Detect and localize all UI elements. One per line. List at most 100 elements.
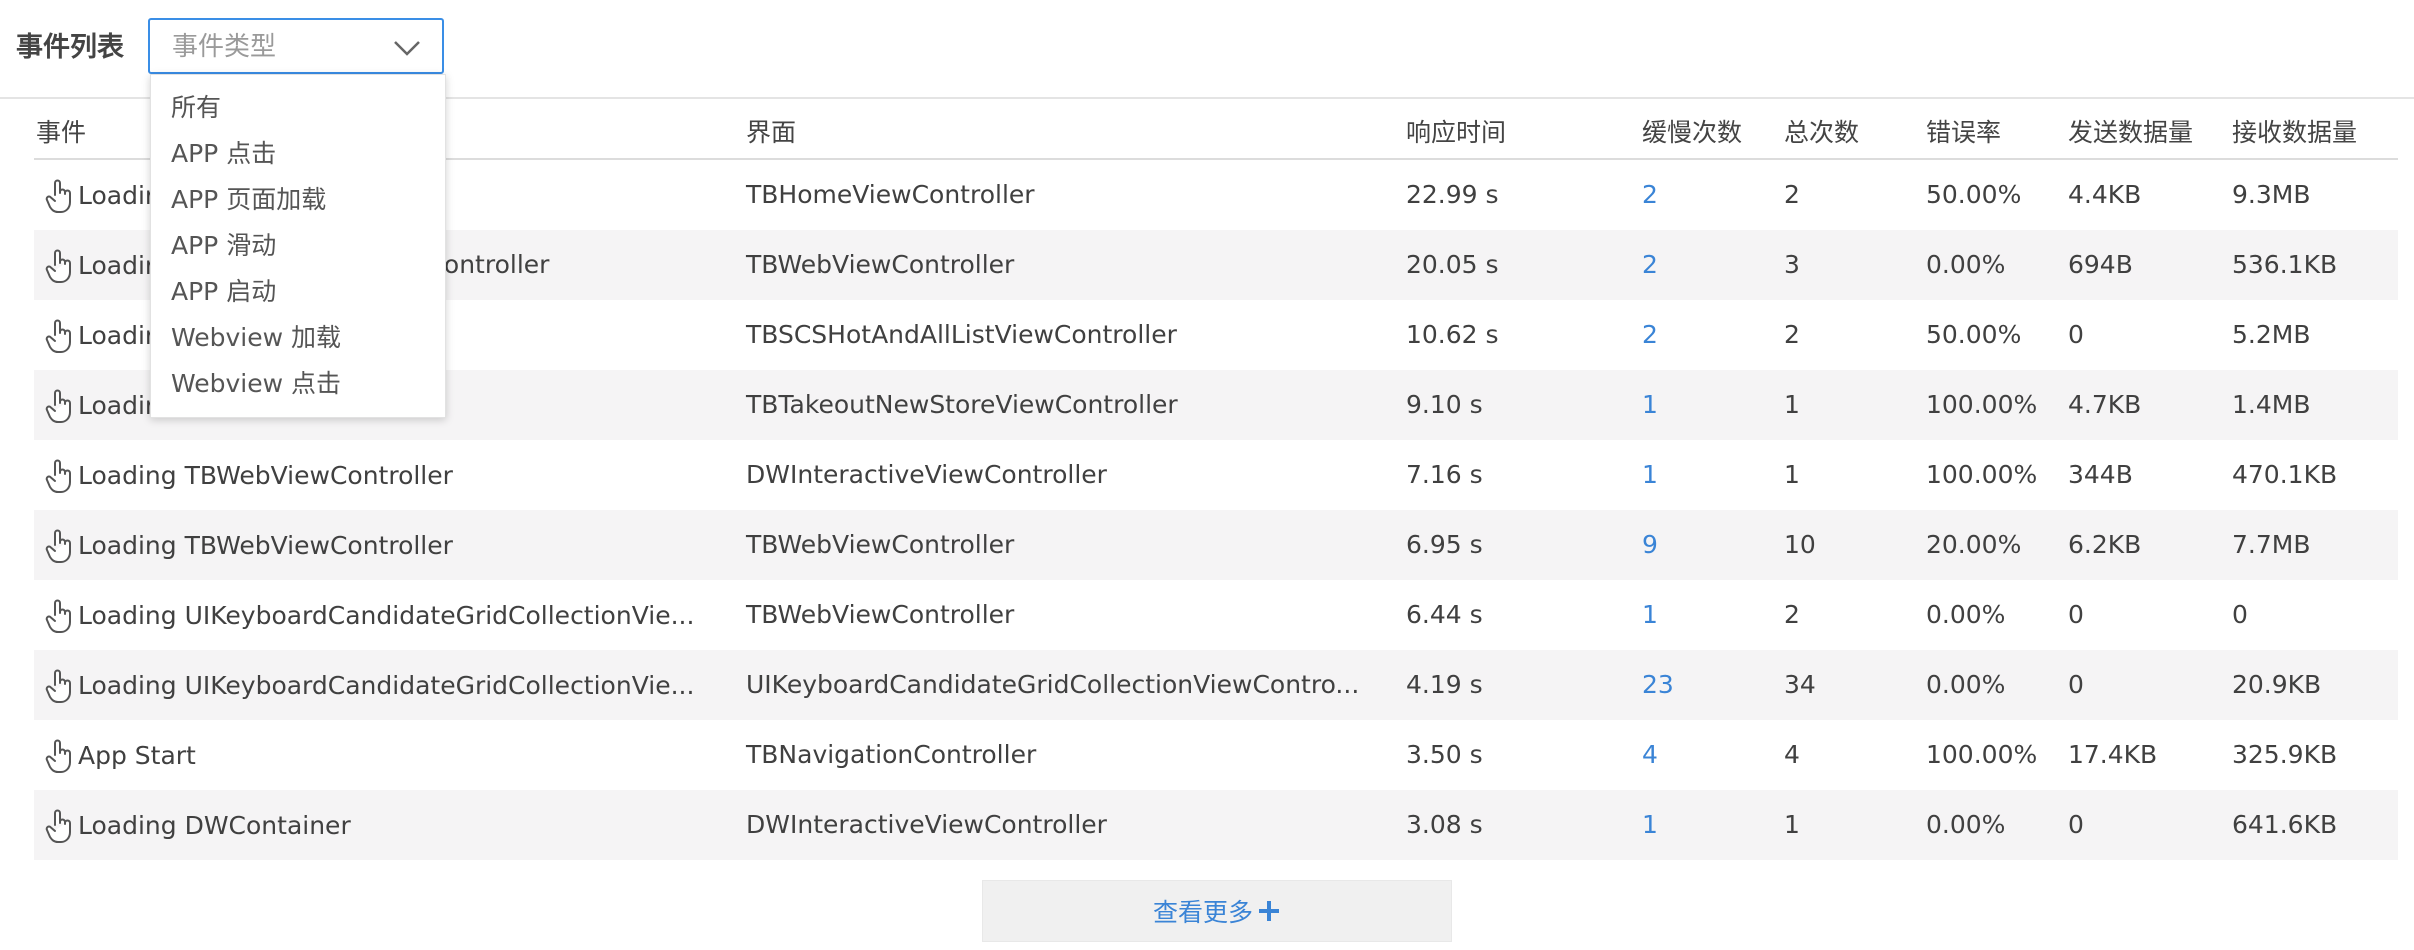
slow-cell[interactable]: 1 bbox=[1642, 458, 1658, 492]
error-cell: 0.00% bbox=[1926, 810, 2006, 839]
dropdown-option-app-page-load[interactable]: APP 页面加载 bbox=[171, 183, 431, 217]
view-cell: TBWebViewController bbox=[746, 600, 1015, 629]
error-cell: 100.00% bbox=[1926, 740, 2038, 769]
slow-cell[interactable]: 1 bbox=[1642, 388, 1658, 422]
view-cell: UIKeyboardCandidateGridCollectionViewCon… bbox=[746, 670, 1360, 699]
error-cell: 0.00% bbox=[1926, 250, 2006, 279]
event-name: Loading TBWebViewController bbox=[78, 531, 453, 560]
event-name: Loadir bbox=[78, 181, 156, 210]
column-header-event[interactable]: 事件 bbox=[36, 116, 86, 150]
event-cell: Loadir bbox=[44, 388, 155, 424]
hand-pointer-icon bbox=[45, 739, 71, 773]
response-cell: 20.05 s bbox=[1406, 250, 1499, 279]
sent-cell: 17.4KB bbox=[2068, 740, 2158, 769]
response-cell: 7.16 s bbox=[1406, 460, 1483, 489]
received-cell: 325.9KB bbox=[2232, 740, 2338, 769]
view-cell: TBSCSHotAndAllListViewController bbox=[746, 320, 1177, 349]
event-name: Loading TBWebViewController bbox=[78, 461, 453, 490]
table-row[interactable]: Loading TBWebViewController TBWebViewCont… bbox=[34, 510, 2398, 580]
total-cell: 4 bbox=[1784, 740, 1800, 769]
table-row[interactable]: Loading TBWebViewController DWInteractive… bbox=[34, 440, 2398, 510]
total-cell: 1 bbox=[1784, 460, 1800, 489]
event-cell: Loading UIKeyboardCandidateGridCollectio… bbox=[44, 598, 694, 634]
dropdown-option-app-scroll[interactable]: APP 滑动 bbox=[171, 229, 431, 263]
column-header-received[interactable]: 接收数据量 bbox=[2232, 116, 2357, 150]
hand-pointer-icon bbox=[45, 179, 71, 213]
slow-cell[interactable]: 23 bbox=[1642, 668, 1674, 702]
view-cell: TBNavigationController bbox=[746, 740, 1037, 769]
event-cell: Loading TBWebViewController bbox=[44, 528, 453, 564]
view-cell: TBWebViewController bbox=[746, 250, 1015, 279]
chevron-down-icon bbox=[394, 41, 420, 56]
total-cell: 1 bbox=[1784, 810, 1800, 839]
response-cell: 10.62 s bbox=[1406, 320, 1499, 349]
received-cell: 20.9KB bbox=[2232, 670, 2322, 699]
slow-cell[interactable]: 9 bbox=[1642, 528, 1658, 562]
event-cell: Loading UIKeyboardCandidateGridCollectio… bbox=[44, 668, 694, 704]
total-cell: 3 bbox=[1784, 250, 1800, 279]
response-cell: 6.95 s bbox=[1406, 530, 1483, 559]
plus-icon bbox=[1259, 901, 1279, 921]
response-cell: 22.99 s bbox=[1406, 180, 1499, 209]
view-cell: TBHomeViewController bbox=[746, 180, 1035, 209]
event-name: Loading DWContainer bbox=[78, 811, 351, 840]
table-row[interactable]: App Start TBNavigationController 3.50 s 4 4 1… bbox=[34, 720, 2398, 790]
dropdown-option-webview-click[interactable]: Webview 点击 bbox=[171, 367, 431, 401]
slow-cell[interactable]: 4 bbox=[1642, 738, 1658, 772]
slow-cell[interactable]: 1 bbox=[1642, 808, 1658, 842]
hand-pointer-icon bbox=[45, 459, 71, 493]
error-cell: 50.00% bbox=[1926, 320, 2022, 349]
sent-cell: 0 bbox=[2068, 320, 2084, 349]
event-cell: Loadir bbox=[44, 248, 155, 284]
sent-cell: 4.7KB bbox=[2068, 390, 2142, 419]
table-row[interactable]: Loading UIKeyboardCandidateGridCollectio… bbox=[34, 650, 2398, 720]
sent-cell: 4.4KB bbox=[2068, 180, 2142, 209]
error-cell: 0.00% bbox=[1926, 600, 2006, 629]
received-cell: 641.6KB bbox=[2232, 810, 2338, 839]
page-title: 事件列表 bbox=[16, 32, 124, 63]
event-type-select[interactable]: 事件类型 bbox=[148, 18, 444, 74]
event-cell: Loading TBWebViewController bbox=[44, 458, 453, 494]
column-header-slow[interactable]: 缓慢次数 bbox=[1642, 116, 1742, 150]
response-cell: 3.50 s bbox=[1406, 740, 1483, 769]
view-cell: DWInteractiveViewController bbox=[746, 810, 1107, 839]
event-name: App Start bbox=[78, 741, 196, 770]
view-cell: TBWebViewController bbox=[746, 530, 1015, 559]
event-cell: Loading DWContainer bbox=[44, 808, 351, 844]
dropdown-option-app-start[interactable]: APP 启动 bbox=[171, 275, 431, 309]
slow-cell[interactable]: 2 bbox=[1642, 248, 1658, 282]
slow-cell[interactable]: 1 bbox=[1642, 598, 1658, 632]
dropdown-option-webview-load[interactable]: Webview 加载 bbox=[171, 321, 431, 355]
table-row[interactable]: Loading UIKeyboardCandidateGridCollectio… bbox=[34, 580, 2398, 650]
total-cell: 34 bbox=[1784, 670, 1816, 699]
received-cell: 1.4MB bbox=[2232, 390, 2311, 419]
received-cell: 7.7MB bbox=[2232, 530, 2311, 559]
total-cell: 2 bbox=[1784, 600, 1800, 629]
received-cell: 9.3MB bbox=[2232, 180, 2311, 209]
event-type-dropdown: 所有 APP 点击 APP 页面加载 APP 滑动 APP 启动 Webview… bbox=[150, 74, 446, 418]
dropdown-option-all[interactable]: 所有 bbox=[171, 91, 431, 125]
column-header-view[interactable]: 界面 bbox=[746, 116, 796, 150]
hand-pointer-icon bbox=[45, 599, 71, 633]
column-header-total[interactable]: 总次数 bbox=[1784, 116, 1859, 150]
slow-cell[interactable]: 2 bbox=[1642, 178, 1658, 212]
received-cell: 470.1KB bbox=[2232, 460, 2338, 489]
response-cell: 3.08 s bbox=[1406, 810, 1483, 839]
hand-pointer-icon bbox=[45, 319, 71, 353]
response-cell: 4.19 s bbox=[1406, 670, 1483, 699]
error-cell: 100.00% bbox=[1926, 460, 2038, 489]
dropdown-option-app-click[interactable]: APP 点击 bbox=[171, 137, 431, 171]
total-cell: 10 bbox=[1784, 530, 1816, 559]
received-cell: 0 bbox=[2232, 600, 2248, 629]
table-row[interactable]: Loading DWContainer DWInteractiveViewCont… bbox=[34, 790, 2398, 860]
error-cell: 0.00% bbox=[1926, 670, 2006, 699]
column-header-response[interactable]: 响应时间 bbox=[1406, 116, 1506, 150]
column-header-error[interactable]: 错误率 bbox=[1926, 116, 2001, 150]
response-cell: 9.10 s bbox=[1406, 390, 1483, 419]
slow-cell[interactable]: 2 bbox=[1642, 318, 1658, 352]
hand-pointer-icon bbox=[45, 529, 71, 563]
sent-cell: 0 bbox=[2068, 600, 2084, 629]
view-more-button[interactable]: 查看更多 bbox=[982, 880, 1452, 942]
total-cell: 2 bbox=[1784, 180, 1800, 209]
column-header-sent[interactable]: 发送数据量 bbox=[2068, 116, 2193, 150]
